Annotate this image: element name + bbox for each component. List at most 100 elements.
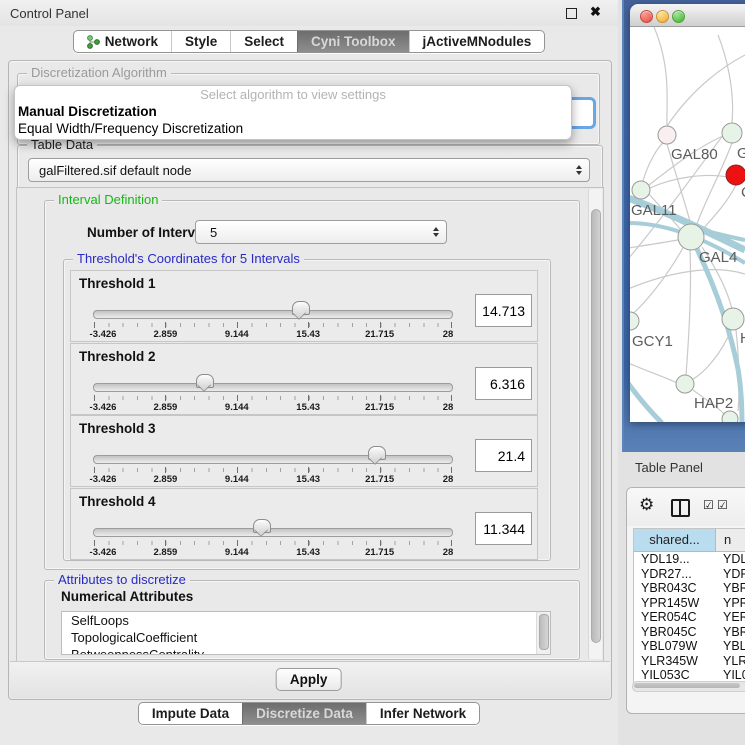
select-checkbox-icon-1[interactable]: ☑ <box>703 498 714 512</box>
tab-infer-network[interactable]: Infer Network <box>366 703 479 724</box>
attributes-list-scrollbar[interactable] <box>536 612 550 654</box>
network-edge[interactable] <box>630 246 684 316</box>
network-node-label: G <box>737 145 745 162</box>
select-checkbox-icon-2[interactable]: ☑ <box>717 498 728 512</box>
threshold-slider-track[interactable] <box>93 528 453 537</box>
settings-vertical-scrollbar[interactable] <box>588 189 602 659</box>
threshold-value-field[interactable]: 11.344 <box>475 512 532 545</box>
network-edge[interactable] <box>630 363 677 383</box>
network-edge[interactable] <box>693 330 731 379</box>
cell-shared-name[interactable]: YER054C <box>634 610 716 625</box>
cell-name[interactable]: YDR2 <box>716 567 745 582</box>
slider-major-tick <box>94 322 95 328</box>
table-row[interactable]: YPR145WYPR1 <box>634 596 745 611</box>
threshold-row: Threshold 1-3.4262.8599.14415.4321.71528… <box>70 270 538 342</box>
tab-style[interactable]: Style <box>171 31 230 52</box>
column-header-name[interactable]: n <box>716 529 745 551</box>
cell-shared-name[interactable]: YBR045C <box>634 625 716 640</box>
cell-name[interactable]: YPR1 <box>716 596 745 611</box>
cell-shared-name[interactable]: YLR345W <box>634 654 716 669</box>
threshold-slider-track[interactable] <box>93 310 453 319</box>
network-edge[interactable] <box>701 185 736 231</box>
cell-shared-name[interactable]: YDL19... <box>634 552 716 567</box>
tab-discretize-data[interactable]: Discretize Data <box>242 703 366 724</box>
attribute-list-item[interactable]: BetweennessCentrality <box>62 646 550 655</box>
network-node[interactable] <box>658 126 676 144</box>
tab-cyni-toolbox[interactable]: Cyni Toolbox <box>297 31 409 52</box>
scrollbar-thumb[interactable] <box>634 683 740 688</box>
cell-shared-name[interactable]: YPR145W <box>634 596 716 611</box>
table-row[interactable]: YBR043CYBR0 <box>634 581 745 596</box>
network-node[interactable] <box>676 375 694 393</box>
cell-shared-name[interactable]: YBL079W <box>634 639 716 654</box>
network-node[interactable] <box>722 411 738 422</box>
dropdown-option-equal-width-frequency[interactable]: Equal Width/Frequency Discretization <box>15 120 571 137</box>
threshold-slider-handle[interactable] <box>196 374 214 388</box>
number-of-intervals-combobox[interactable]: 5 <box>195 220 447 244</box>
cell-name[interactable]: YBR0 <box>716 625 745 640</box>
close-traffic-light-icon[interactable] <box>640 10 653 23</box>
cell-name[interactable]: YER0 <box>716 610 745 625</box>
network-edge[interactable] <box>686 250 691 375</box>
table-row[interactable]: YBL079WYBL0 <box>634 639 745 654</box>
column-header-shared-name[interactable]: shared... <box>634 529 716 551</box>
threshold-slider-handle[interactable] <box>292 301 310 315</box>
threshold-slider-track[interactable] <box>93 383 453 392</box>
threshold-value-field[interactable]: 14.713 <box>475 294 532 327</box>
table-row[interactable]: YLR345WYLR3 <box>634 654 745 669</box>
number-of-intervals-value: 5 <box>210 225 217 240</box>
network-canvas[interactable]: GAL80GCGAL11GAL4GCY1HHAP2 <box>630 27 745 422</box>
attribute-list-item[interactable]: SelfLoops <box>62 612 550 629</box>
apply-button[interactable]: Apply <box>276 668 342 691</box>
network-edge[interactable] <box>630 270 745 289</box>
cell-name[interactable]: YLR3 <box>716 654 745 669</box>
table-row[interactable]: YBR045CYBR0 <box>634 625 745 640</box>
dropdown-option-manual-discretization[interactable]: Manual Discretization <box>15 103 571 120</box>
table-data-combobox[interactable]: galFiltered.sif default node <box>28 158 590 182</box>
threshold-slider-handle[interactable] <box>368 446 386 460</box>
tab-select[interactable]: Select <box>230 31 297 52</box>
settings-gear-icon[interactable]: ⚙ <box>639 495 654 515</box>
network-edge[interactable] <box>718 35 733 123</box>
numerical-attributes-list[interactable]: SelfLoopsTopologicalCoefficientBetweenne… <box>61 611 551 655</box>
cell-name[interactable]: YBR0 <box>716 581 745 596</box>
table-row[interactable]: YDL19...YDL1 <box>634 552 745 567</box>
table-row[interactable]: YER054CYER0 <box>634 610 745 625</box>
threshold-slider-handle[interactable] <box>253 519 271 533</box>
table-panel: ⚙ ☑ ☑ shared... n YDL19...YDL1YDR27...YD… <box>626 487 745 714</box>
threshold-slider-track[interactable] <box>93 455 453 464</box>
scrollbar-thumb[interactable] <box>539 614 549 650</box>
zoom-traffic-light-icon[interactable] <box>672 10 685 23</box>
table-row[interactable]: YDR27...YDR2 <box>634 567 745 582</box>
minimize-traffic-light-icon[interactable] <box>656 10 669 23</box>
network-node[interactable] <box>678 224 704 250</box>
float-window-icon[interactable] <box>566 8 577 19</box>
network-node[interactable] <box>630 312 639 330</box>
network-edge[interactable] <box>643 143 663 181</box>
cell-shared-name[interactable]: YDR27... <box>634 567 716 582</box>
close-icon[interactable]: ✖ <box>590 4 601 20</box>
network-node[interactable] <box>722 123 742 143</box>
network-edge[interactable] <box>630 240 678 248</box>
column-layout-icon[interactable] <box>671 499 690 517</box>
table-horizontal-scrollbar[interactable] <box>632 681 745 692</box>
threshold-value-field[interactable]: 6.316 <box>475 367 532 400</box>
network-thick-edge[interactable] <box>738 369 742 422</box>
tab-network[interactable]: Network <box>74 31 171 52</box>
network-node[interactable] <box>722 308 744 330</box>
cell-name[interactable]: YDL1 <box>716 552 745 567</box>
network-edge[interactable] <box>667 55 745 126</box>
threshold-value-field[interactable]: 21.4 <box>475 439 532 472</box>
attribute-list-item[interactable]: TopologicalCoefficient <box>62 629 550 646</box>
network-thick-edge[interactable] <box>630 383 662 422</box>
network-node[interactable] <box>632 181 650 199</box>
scrollbar-thumb[interactable] <box>591 209 601 643</box>
tab-jactivemnodules[interactable]: jActiveMNodules <box>409 31 545 52</box>
cell-shared-name[interactable]: YBR043C <box>634 581 716 596</box>
slider-tick-label: -3.426 <box>90 329 117 340</box>
network-edge[interactable] <box>654 27 667 125</box>
tab-impute-data[interactable]: Impute Data <box>139 703 242 724</box>
cell-name[interactable]: YBL0 <box>716 639 745 654</box>
network-node-highlighted[interactable] <box>726 165 745 185</box>
table-panel-toolbar: ⚙ ☑ ☑ <box>627 488 745 526</box>
